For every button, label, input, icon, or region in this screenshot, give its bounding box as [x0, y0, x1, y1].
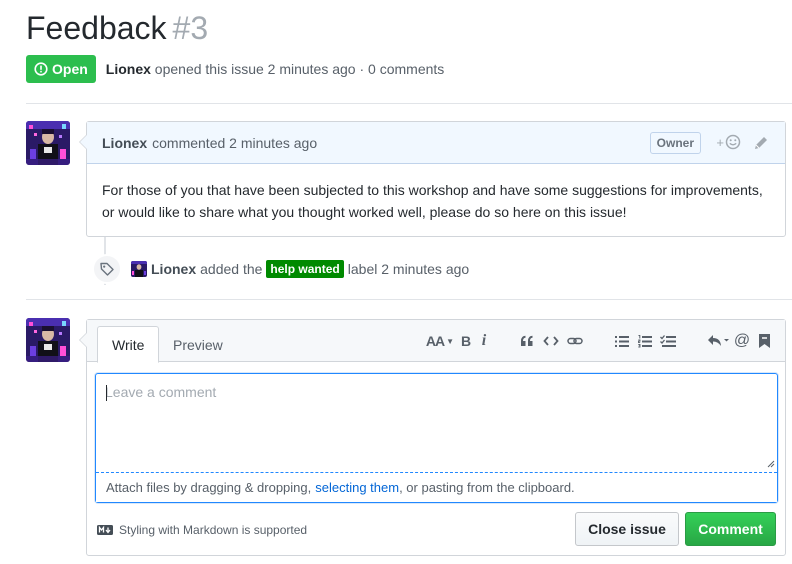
resize-grip-icon[interactable] — [767, 460, 775, 468]
comment-textarea-wrap: Attach files by dragging & dropping, sel… — [95, 373, 778, 503]
ordered-list-icon — [638, 334, 652, 347]
issue-comment: Lionex commented 2 minutes ago Owner + F… — [79, 121, 786, 237]
reply-button[interactable] — [707, 332, 729, 350]
heading-icon: AA — [425, 333, 445, 349]
state-badge: Open — [26, 55, 96, 83]
issue-opened-text: opened this issue 2 minutes ago · 0 comm… — [154, 61, 445, 77]
divider — [26, 299, 792, 300]
state-label: Open — [52, 61, 88, 77]
mention-button[interactable]: @ — [734, 332, 750, 350]
select-files-link[interactable]: selecting them — [315, 480, 399, 495]
add-reaction-button[interactable]: + — [716, 134, 741, 150]
smiley-icon — [725, 134, 741, 150]
issue-meta: Open Lionex opened this issue 2 minutes … — [26, 55, 444, 83]
issue-opened-icon — [34, 62, 48, 76]
event-avatar[interactable] — [131, 261, 147, 277]
tab-write[interactable]: Write — [97, 326, 160, 363]
event-actor-link[interactable]: Lionex — [151, 261, 196, 277]
link-icon — [567, 337, 583, 345]
tag-icon — [92, 254, 122, 284]
file-drop-zone[interactable]: Attach files by dragging & dropping, sel… — [96, 472, 777, 502]
issue-number: #3 — [172, 10, 209, 46]
issue-title-row: Feedback #3 — [26, 8, 208, 48]
bookmark-icon — [758, 334, 770, 348]
task-list-icon — [660, 334, 676, 347]
edit-comment-button[interactable] — [753, 135, 769, 154]
attach-text-post: , or pasting from the clipboard. — [399, 480, 575, 495]
comment-author-link[interactable]: Lionex — [102, 135, 147, 151]
code-icon — [543, 336, 559, 346]
quote-icon — [521, 335, 533, 346]
quote-button[interactable] — [519, 332, 535, 350]
avatar[interactable] — [26, 121, 70, 165]
avatar-image — [26, 318, 70, 362]
label-help-wanted[interactable]: help wanted — [266, 260, 344, 278]
close-issue-button[interactable]: Close issue — [575, 512, 679, 546]
tab-preview[interactable]: Preview — [159, 326, 237, 363]
markdown-note[interactable]: Styling with Markdown is supported — [97, 523, 307, 537]
markdown-note-text: Styling with Markdown is supported — [119, 523, 308, 537]
ordered-list-button[interactable] — [637, 332, 653, 350]
reply-icon — [708, 335, 729, 346]
unordered-list-button[interactable] — [614, 332, 630, 350]
bold-button[interactable]: B — [459, 332, 473, 350]
issue-title: Feedback — [26, 10, 167, 46]
comment-timestamp[interactable]: commented 2 minutes ago — [152, 135, 317, 151]
comment-button[interactable]: Comment — [685, 512, 776, 546]
pencil-icon — [755, 137, 767, 149]
link-button[interactable] — [566, 332, 584, 350]
attach-text-pre: Attach files by dragging & dropping, — [106, 480, 312, 495]
markdown-icon — [97, 525, 113, 535]
task-list-button[interactable] — [659, 332, 677, 350]
text-caret — [106, 385, 107, 401]
avatar-image — [26, 121, 70, 165]
editor-header: Write Preview AA ▼ B i @ — [87, 320, 785, 363]
issue-author-link[interactable]: Lionex — [106, 61, 151, 77]
comment-textarea[interactable] — [96, 374, 777, 472]
code-button[interactable] — [543, 332, 559, 350]
italic-button[interactable]: i — [479, 332, 489, 350]
new-comment-form: Write Preview AA ▼ B i @ Leave a comment… — [79, 319, 786, 556]
divider — [26, 103, 792, 104]
heading-button[interactable]: AA ▼ — [425, 332, 455, 350]
event-text-pre: added the — [200, 261, 263, 277]
comment-body: For those of you that have been subjecte… — [102, 182, 763, 220]
saved-reply-button[interactable] — [757, 332, 771, 350]
label-event: Lionex added the help wanted label 2 min… — [92, 253, 469, 285]
mention-icon: @ — [733, 332, 751, 349]
unordered-list-icon — [615, 335, 629, 347]
avatar[interactable] — [26, 318, 70, 362]
owner-badge: Owner — [649, 132, 701, 154]
event-text-post: label 2 minutes ago — [347, 261, 470, 277]
comment-header: Lionex commented 2 minutes ago Owner + — [87, 122, 785, 164]
